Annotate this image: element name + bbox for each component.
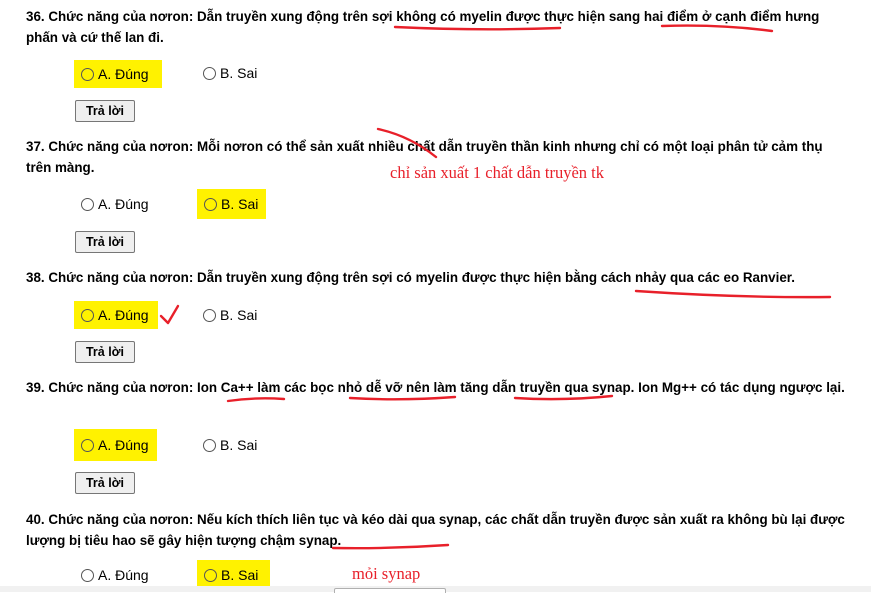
question-38-text: 38. Chức năng của nơron: Dẫn truyền xung… — [26, 270, 795, 285]
q36-option-a-label: A. Đúng — [98, 66, 149, 82]
q38-answer-button[interactable]: Trả lời — [75, 341, 135, 363]
scrollbar-thumb[interactable] — [334, 588, 446, 593]
q37-option-b-label: B. Sai — [221, 196, 259, 212]
q37-answer-button[interactable]: Trả lời — [75, 231, 135, 253]
q36-option-a[interactable]: A. Đúng — [74, 60, 162, 88]
q37-handwritten-note: chỉ sản xuất 1 chất dẫn truyền tk — [390, 163, 604, 182]
q38-option-a[interactable]: A. Đúng — [74, 301, 158, 329]
q40-option-b-label: B. Sai — [221, 567, 259, 583]
q38-underline — [634, 289, 832, 299]
q40-radio-a-icon[interactable] — [81, 568, 94, 582]
q39-radio-a-icon[interactable] — [81, 438, 94, 452]
q40-handwritten-note: mỏi synap — [352, 564, 421, 583]
q39-underline-1 — [226, 397, 286, 403]
q37-option-b[interactable]: B. Sai — [197, 189, 266, 219]
q37-radio-b-icon[interactable] — [204, 197, 217, 211]
question-36-text: 36. Chức năng của nơron: Dẫn truyền xung… — [26, 9, 820, 45]
q39-option-a[interactable]: A. Đúng — [74, 429, 157, 461]
q40-radio-b-icon[interactable] — [204, 568, 217, 582]
q38-check-mark — [159, 304, 180, 325]
q39-radio-b-icon[interactable] — [203, 438, 216, 452]
q36-radio-a-icon[interactable] — [81, 67, 94, 81]
question-40-text: 40. Chức năng của nơron: Nếu kích thích … — [26, 512, 845, 548]
q39-option-a-label: A. Đúng — [98, 437, 149, 453]
q36-answer-button[interactable]: Trả lời — [75, 100, 135, 122]
q36-option-b-label: B. Sai — [220, 65, 258, 81]
q39-option-b-label: B. Sai — [220, 437, 258, 453]
q37-option-a-label: A. Đúng — [98, 196, 149, 212]
q38-option-b-label: B. Sai — [220, 307, 258, 323]
q38-radio-a-icon[interactable] — [81, 308, 94, 322]
q39-option-b[interactable]: B. Sai — [203, 437, 257, 453]
q40-option-a[interactable]: A. Đúng — [81, 567, 149, 583]
q37-radio-a-icon[interactable] — [81, 197, 94, 211]
q36-radio-b-icon[interactable] — [203, 66, 216, 80]
q37-option-a[interactable]: A. Đúng — [81, 196, 149, 212]
q39-answer-button[interactable]: Trả lời — [75, 472, 135, 494]
q36-option-b[interactable]: B. Sai — [203, 65, 257, 81]
q38-radio-b-icon[interactable] — [203, 308, 216, 322]
q40-option-a-label: A. Đúng — [98, 567, 149, 583]
question-39-text: 39. Chức năng của nơron: Ion Ca++ làm cá… — [26, 380, 845, 395]
q38-option-a-label: A. Đúng — [98, 307, 149, 323]
q38-option-b[interactable]: B. Sai — [203, 307, 257, 323]
red-ink-annotations — [159, 24, 832, 550]
